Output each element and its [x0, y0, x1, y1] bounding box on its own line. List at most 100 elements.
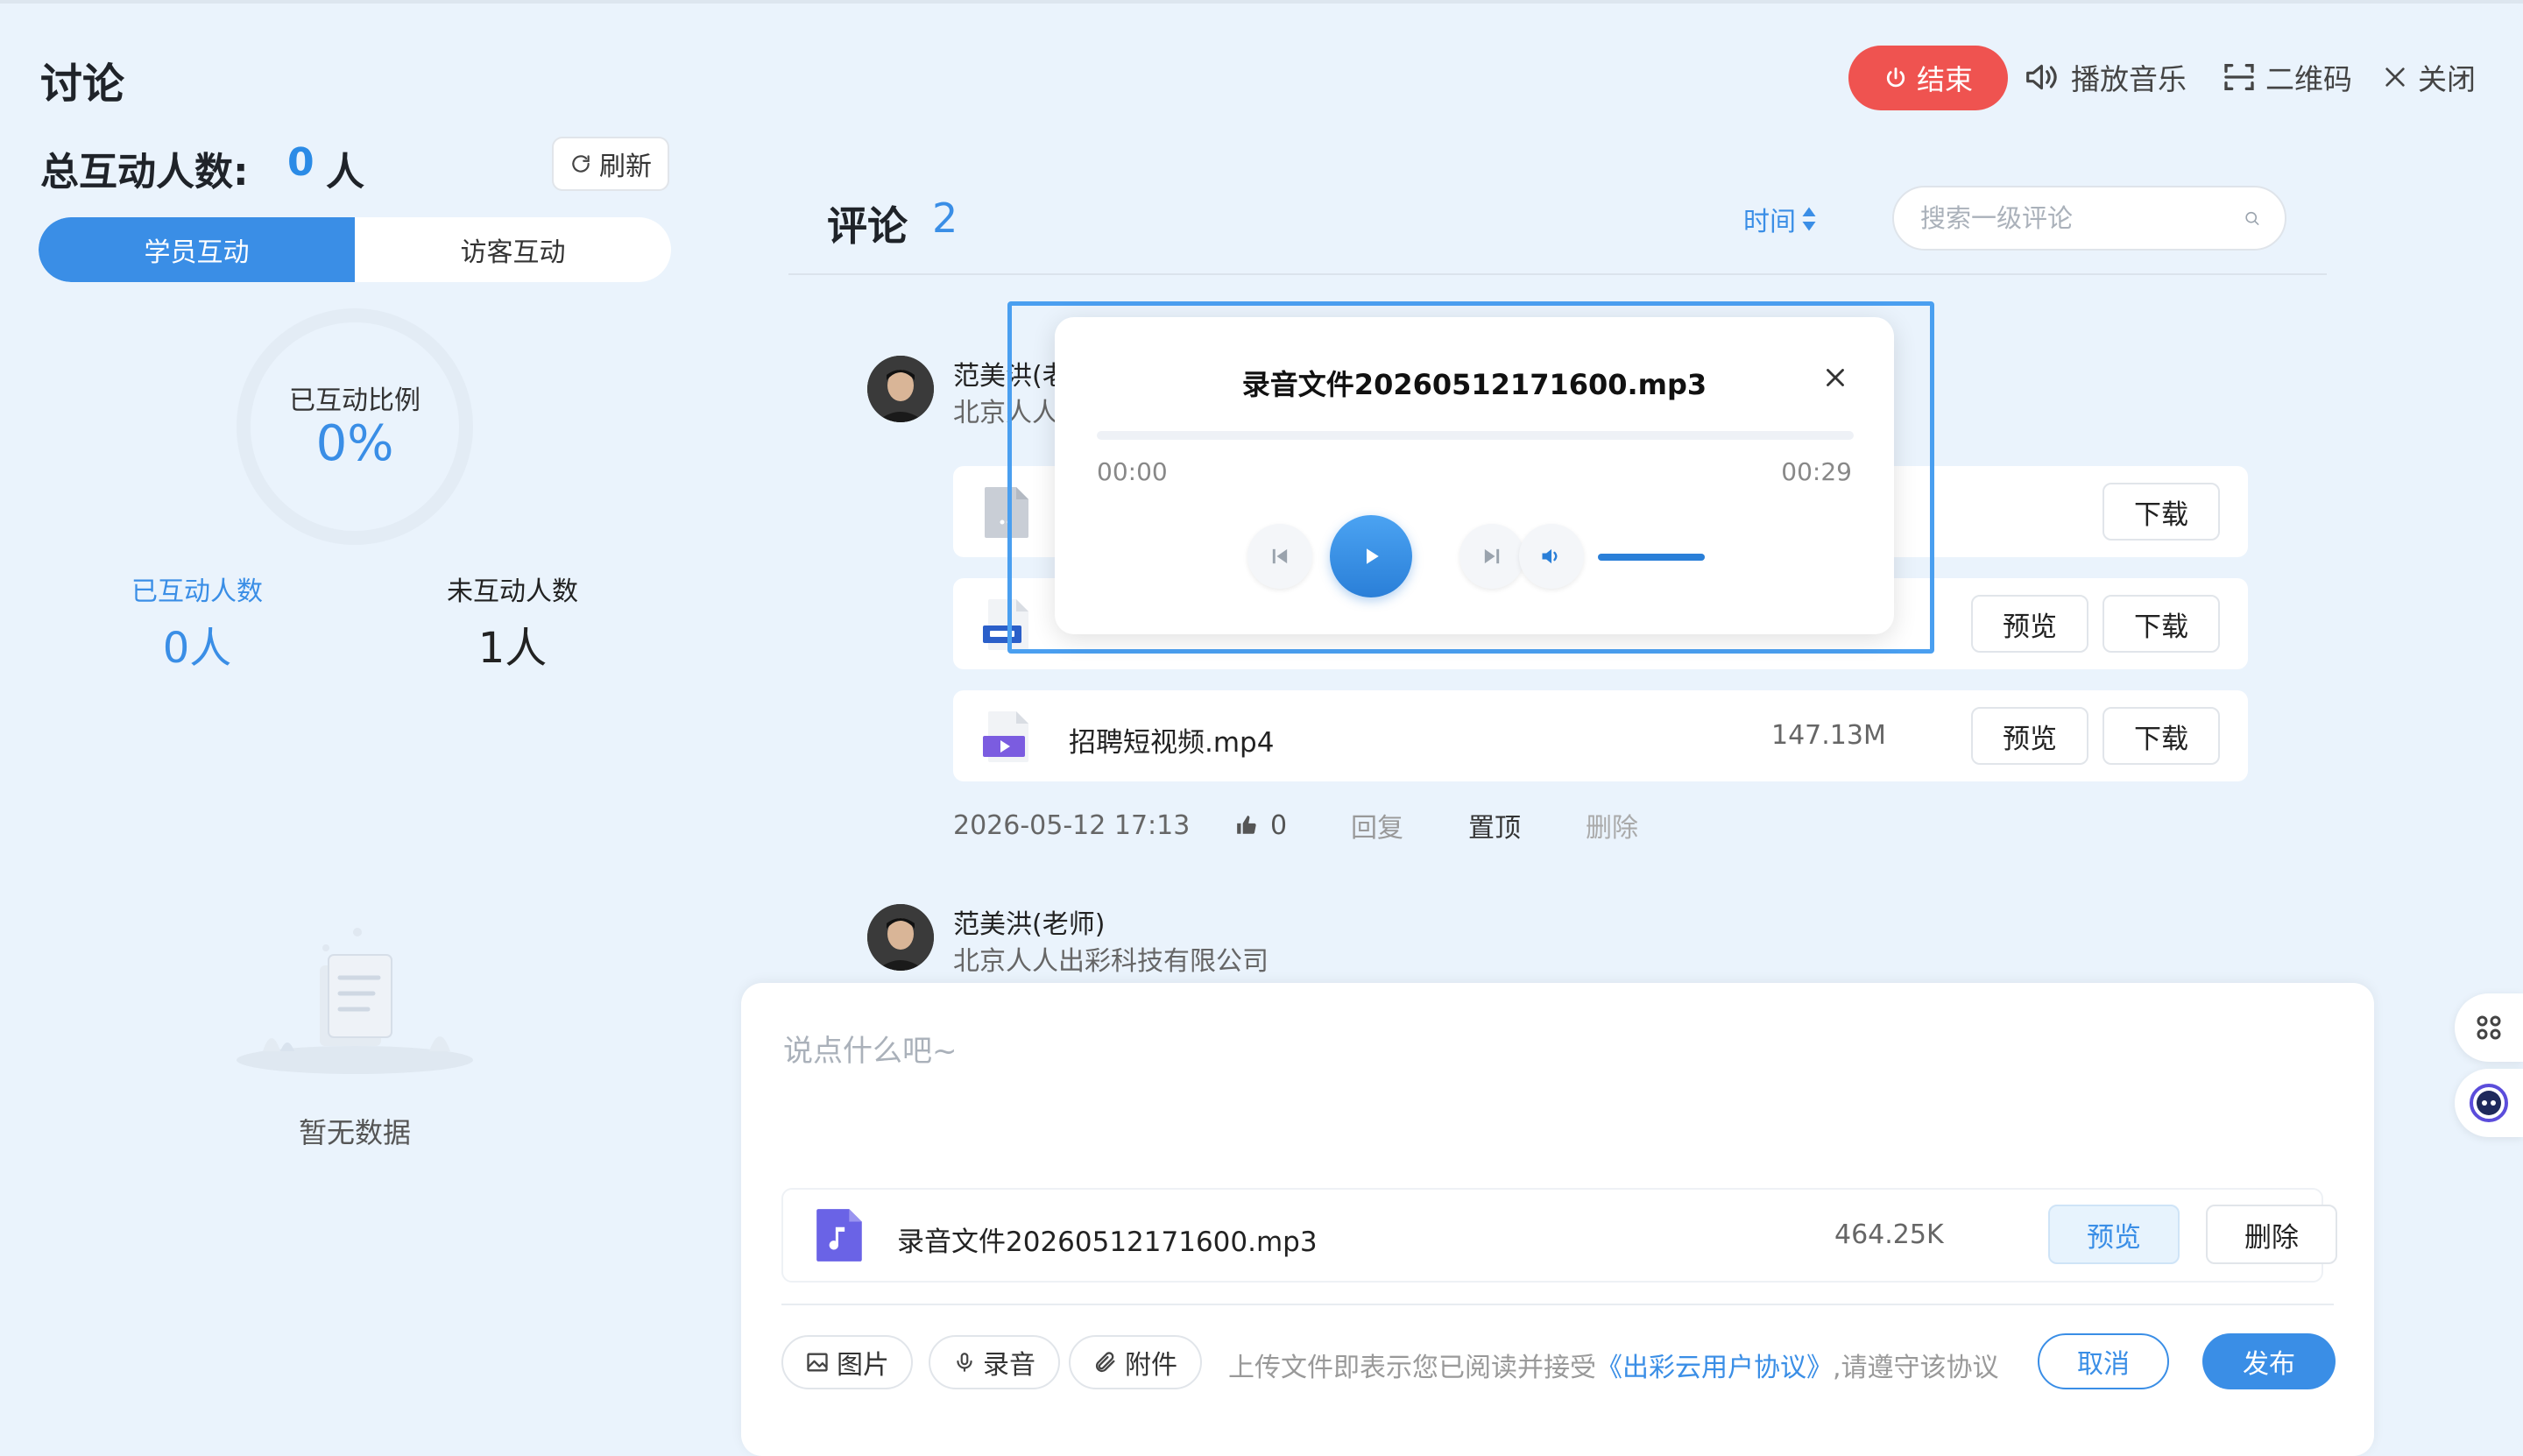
- image-icon: [807, 1353, 828, 1372]
- attach-file-button[interactable]: 附件: [1069, 1335, 1202, 1389]
- user-agreement-link[interactable]: 《出彩云用户协议》: [1596, 1353, 1833, 1383]
- comment-meta-row: 2026-05-12 17:13 0 回复 置顶 删除: [953, 806, 1638, 845]
- play-music-button[interactable]: 播放音乐: [2024, 54, 2187, 100]
- search-icon[interactable]: [2244, 205, 2260, 231]
- total-interaction-value: 0: [287, 140, 314, 185]
- like-count: 0: [1270, 809, 1288, 841]
- end-button[interactable]: 结束: [1848, 46, 2008, 110]
- page-title: 讨论: [40, 60, 125, 109]
- refresh-icon: [572, 155, 590, 173]
- tab-visitor-interaction[interactable]: 访客互动: [355, 217, 671, 282]
- power-icon: [1886, 67, 1905, 88]
- play-icon: [1367, 548, 1379, 564]
- pin-button[interactable]: 置顶: [1468, 806, 1586, 845]
- sort-by-time-button[interactable]: 时间: [1743, 200, 1817, 238]
- volume-button[interactable]: [1519, 524, 1584, 589]
- avatar[interactable]: [867, 904, 934, 971]
- music-file-icon: [816, 1209, 862, 1262]
- refresh-label: 刷新: [599, 152, 652, 182]
- avatar-image: [867, 904, 934, 971]
- empty-data-illustration: [237, 928, 473, 1074]
- not-interacted-count-label: 未互动人数: [447, 576, 578, 607]
- upload-agreement-text: 上传文件即表示您已阅读并接受《出彩云用户协议》,请遵守该协议: [1228, 1346, 1999, 1384]
- play-music-label: 播放音乐: [2071, 62, 2187, 96]
- volume-icon: [1542, 548, 1558, 564]
- close-page-button[interactable]: 关闭: [2381, 54, 2476, 100]
- comment-textarea[interactable]: [781, 1025, 2327, 1169]
- tab-student-interaction[interactable]: 学员互动: [39, 217, 355, 282]
- avatar[interactable]: [867, 356, 934, 422]
- ratio-value: 0%: [315, 415, 394, 472]
- not-interacted-count-value: 1人: [477, 624, 548, 673]
- total-interaction-unit: 人: [326, 150, 364, 194]
- attach-label: 附件: [1125, 1350, 1177, 1381]
- record-audio-button[interactable]: 录音: [929, 1335, 1060, 1389]
- attachment-size: 147.13M: [1771, 720, 1886, 751]
- attachment-row: 招聘短视频.mp4 147.13M 预览 下载: [953, 690, 2248, 781]
- qrcode-label: 二维码: [2265, 62, 2352, 96]
- refresh-button[interactable]: 刷新: [552, 137, 669, 191]
- paperclip-icon: [1095, 1352, 1115, 1373]
- comment-author-name: 范美洪(老师): [953, 909, 1106, 940]
- interacted-count-value: 0人: [162, 624, 232, 673]
- like-button[interactable]: 0: [1235, 810, 1351, 841]
- image-label: 图片: [837, 1350, 889, 1381]
- pending-file-size: 464.25K: [1834, 1219, 1944, 1250]
- player-title: 录音文件20260512171600.mp3: [1241, 368, 1707, 401]
- ratio-label: 已互动比例: [289, 385, 420, 416]
- close-icon[interactable]: [1820, 363, 1850, 392]
- comment-time: 2026-05-12 17:13: [953, 809, 1191, 841]
- skip-back-icon: [1272, 548, 1288, 564]
- cancel-button[interactable]: 取消: [2038, 1333, 2169, 1389]
- attachment-name: 招聘短视频.mp4: [1069, 727, 1275, 759]
- speaker-icon: [2026, 64, 2057, 90]
- comment-editor: 录音文件20260512171600.mp3 464.25K 预览 删除 图片 …: [741, 983, 2374, 1456]
- editor-divider: [781, 1304, 2334, 1305]
- assistant-float-button[interactable]: [2455, 1069, 2523, 1137]
- search-comments-box: [1892, 186, 2286, 251]
- comment-author-org: 北京人人出彩科技有限公司: [953, 946, 1269, 977]
- sort-arrows-icon: [1802, 207, 1816, 231]
- total-interaction-label: 总互动人数:: [40, 150, 249, 194]
- delete-comment-button[interactable]: 删除: [1586, 806, 1638, 845]
- player-total-time: 00:29: [1781, 457, 1852, 486]
- search-comments-input[interactable]: [1919, 202, 2244, 234]
- volume-slider[interactable]: [1598, 554, 1705, 561]
- preview-pending-button[interactable]: 预览: [2048, 1205, 2180, 1264]
- pending-attachment: 录音文件20260512171600.mp3 464.25K 预览 删除: [781, 1188, 2337, 1283]
- sort-label: 时间: [1743, 207, 1796, 237]
- command-icon: [2477, 1015, 2501, 1040]
- audio-player-modal: 录音文件20260512171600.mp3 00:00 00:29: [1055, 317, 1894, 634]
- interacted-count-label: 已互动人数: [131, 576, 263, 607]
- agreement-prefix: 上传文件即表示您已阅读并接受: [1228, 1353, 1596, 1383]
- publish-button[interactable]: 发布: [2202, 1333, 2336, 1389]
- comments-count: 2: [932, 194, 958, 242]
- interaction-type-tabs: 学员互动 访客互动: [39, 217, 671, 282]
- player-progress-bar[interactable]: [1097, 431, 1854, 440]
- download-button[interactable]: 下载: [2102, 707, 2220, 765]
- assistant-bot-icon: [2470, 1084, 2508, 1122]
- previous-track-button[interactable]: [1247, 524, 1312, 589]
- reply-button[interactable]: 回复: [1351, 806, 1468, 845]
- record-label: 录音: [983, 1350, 1035, 1381]
- apps-float-button[interactable]: [2455, 993, 2523, 1062]
- microphone-icon: [957, 1353, 972, 1372]
- delete-pending-button[interactable]: 删除: [2206, 1205, 2337, 1264]
- insert-image-button[interactable]: 图片: [781, 1335, 913, 1389]
- next-track-button[interactable]: [1459, 524, 1524, 589]
- comments-title: 评论: [827, 202, 908, 250]
- pending-file-name: 录音文件20260512171600.mp3: [897, 1226, 1318, 1258]
- download-button[interactable]: 下载: [2102, 483, 2220, 541]
- thumbs-up-icon: [1237, 816, 1256, 834]
- preview-button[interactable]: 预览: [1971, 595, 2088, 653]
- download-button[interactable]: 下载: [2102, 595, 2220, 653]
- comments-divider: [788, 273, 2327, 275]
- qrcode-button[interactable]: 二维码: [2222, 54, 2352, 100]
- preview-button[interactable]: 预览: [1971, 707, 2088, 765]
- agreement-suffix: ,请遵守该协议: [1833, 1353, 1999, 1383]
- play-button[interactable]: [1330, 515, 1412, 597]
- video-file-icon: [983, 711, 1028, 762]
- empty-data-text: 暂无数据: [298, 1116, 411, 1149]
- player-current-time: 00:00: [1097, 457, 1168, 486]
- close-page-label: 关闭: [2418, 62, 2476, 96]
